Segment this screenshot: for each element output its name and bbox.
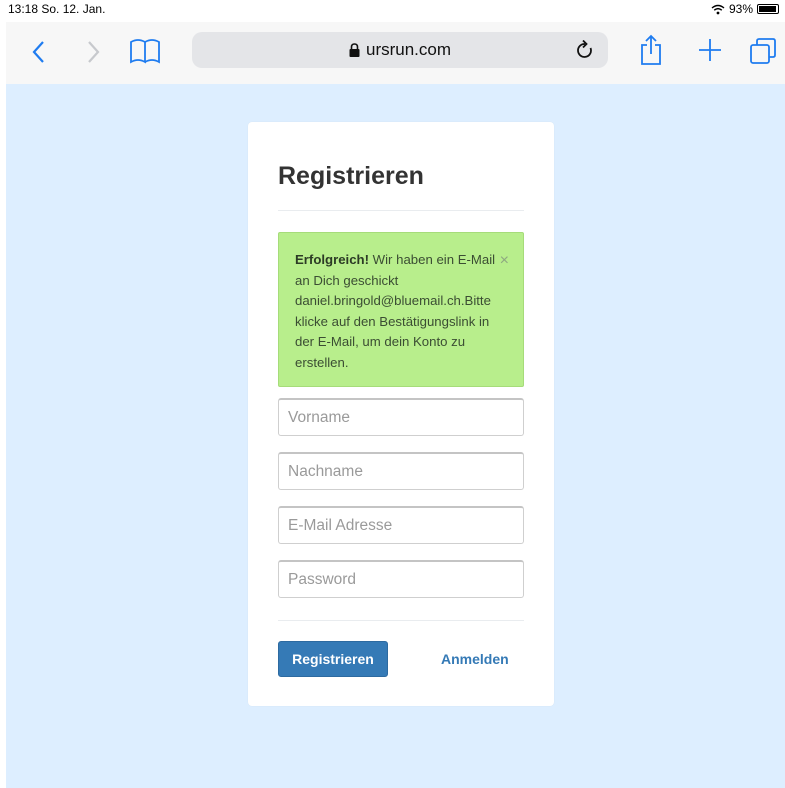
battery-icon xyxy=(757,4,779,14)
battery-percent: 93% xyxy=(728,2,753,16)
page-title: Registrieren xyxy=(278,162,424,190)
share-icon[interactable] xyxy=(638,32,664,68)
alert-message: Erfolgreich! Wir haben ein E-Mail an Dic… xyxy=(295,250,511,374)
browser-toolbar: ursrun.com xyxy=(6,22,785,84)
form-divider xyxy=(278,620,524,621)
lastname-field[interactable] xyxy=(278,452,524,490)
lock-icon xyxy=(349,43,360,57)
alert-body: Wir haben ein E-Mail an Dich geschickt d… xyxy=(295,252,496,370)
alert-strong: Erfolgreich! xyxy=(295,252,370,267)
register-button[interactable]: Registrieren xyxy=(278,641,388,677)
login-link[interactable]: Anmelden xyxy=(441,641,509,677)
url-text: ursrun.com xyxy=(365,40,452,59)
chevron-right-icon[interactable] xyxy=(82,38,106,66)
chevron-left-icon[interactable] xyxy=(26,38,50,66)
register-card: Registrieren Erfolgreich! Wir haben ein … xyxy=(248,122,554,706)
success-alert: Erfolgreich! Wir haben ein E-Mail an Dic… xyxy=(278,232,524,387)
firstname-field[interactable] xyxy=(278,398,524,436)
book-icon[interactable] xyxy=(128,36,162,66)
screen: 13:18 So. 12. Jan. 93% ursrun.com Regist… xyxy=(6,0,785,788)
wifi-icon xyxy=(711,4,725,14)
url-display[interactable]: ursrun.com xyxy=(192,32,608,68)
reload-icon[interactable] xyxy=(576,39,594,65)
status-right: 93% xyxy=(711,2,779,16)
web-page: Registrieren Erfolgreich! Wir haben ein … xyxy=(6,84,785,788)
email-field[interactable] xyxy=(278,506,524,544)
status-bar: 13:18 So. 12. Jan. 93% xyxy=(6,0,785,22)
password-field[interactable] xyxy=(278,560,524,598)
close-icon[interactable]: × xyxy=(500,253,509,269)
plus-icon[interactable] xyxy=(696,36,724,64)
tabs-icon[interactable] xyxy=(748,36,778,66)
title-divider xyxy=(278,210,524,211)
address-bar[interactable]: ursrun.com xyxy=(192,32,608,68)
status-time: 13:18 So. 12. Jan. xyxy=(8,2,106,16)
